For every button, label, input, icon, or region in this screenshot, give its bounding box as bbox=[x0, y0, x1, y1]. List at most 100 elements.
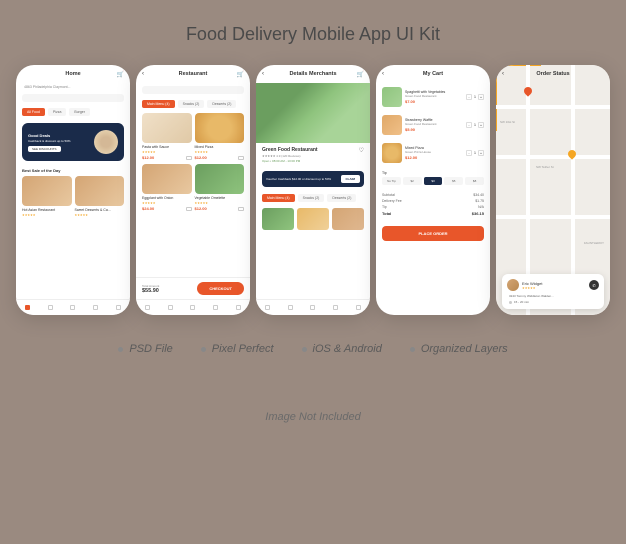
item-image bbox=[382, 143, 402, 163]
cart-icon[interactable]: 🛒 bbox=[117, 71, 124, 78]
tab-main-menu[interactable]: Main Menu (4) bbox=[262, 194, 295, 202]
qty-minus-button[interactable]: - bbox=[466, 94, 472, 100]
summary-label: Delivery Fee bbox=[382, 199, 402, 203]
add-to-cart-icon[interactable] bbox=[238, 156, 244, 160]
add-to-cart-icon[interactable] bbox=[238, 207, 244, 211]
see-discounts-button[interactable]: SEE DISCOUNTS bbox=[28, 146, 61, 152]
food-name: Pasta with Sauce bbox=[142, 145, 192, 149]
screen-title: Order Status bbox=[536, 71, 569, 77]
chip-pizza[interactable]: Pizza bbox=[48, 108, 67, 116]
tip-option[interactable]: No Tip bbox=[382, 177, 401, 185]
food-name: Hot Asian Restaurant bbox=[22, 208, 72, 212]
nav-profile[interactable] bbox=[356, 305, 362, 311]
back-icon[interactable]: ‹ bbox=[142, 71, 144, 77]
cart-icon[interactable]: 🛒 bbox=[357, 71, 364, 78]
nav-favorites[interactable] bbox=[333, 305, 339, 311]
food-card[interactable]: Pasta with Sauce ★★★★★ $12.00 bbox=[142, 113, 192, 160]
chip-burger[interactable]: Burger bbox=[69, 108, 90, 116]
tab-main-menu[interactable]: Main Menu (4) bbox=[142, 100, 175, 108]
cart-item: Mixed Pizza Green Pizza House $12.00 - 1… bbox=[376, 139, 490, 167]
food-image[interactable] bbox=[262, 208, 294, 230]
address-text[interactable]: 4863 Philadelphia Claymont... bbox=[16, 83, 130, 91]
item-name: Spaghetti with Vegetables bbox=[405, 90, 463, 94]
tab-snacks[interactable]: Snacks (2) bbox=[298, 194, 325, 202]
nav-favorites[interactable] bbox=[93, 305, 99, 311]
deals-banner[interactable]: Good Deals Cashback & discount up to 50%… bbox=[22, 123, 124, 161]
chip-all-food[interactable]: All Food bbox=[22, 108, 45, 116]
qty-minus-button[interactable]: - bbox=[466, 150, 472, 156]
total-label: Total bbox=[382, 211, 391, 216]
food-image[interactable] bbox=[332, 208, 364, 230]
tip-option[interactable]: $2 bbox=[403, 177, 422, 185]
clock-dot-icon bbox=[509, 301, 512, 304]
call-button[interactable]: ✆ bbox=[589, 280, 599, 290]
favorite-icon[interactable]: ♡ bbox=[359, 147, 364, 154]
tab-desserts[interactable]: Desserts (2) bbox=[327, 194, 356, 202]
bottom-nav bbox=[16, 299, 130, 315]
claim-button[interactable]: CLAIM bbox=[341, 175, 361, 183]
feature-item: Pixel Perfect bbox=[201, 343, 274, 355]
food-image bbox=[75, 176, 125, 206]
bullet-icon bbox=[201, 347, 206, 352]
merchant-status: Open • 08:00 AM - 10:00 PM bbox=[262, 159, 364, 163]
food-card[interactable]: Mixed Pizza ★★★★★ $12.00 bbox=[195, 113, 245, 160]
food-name: Sweet Desserts & Ca... bbox=[75, 208, 125, 212]
add-to-cart-icon[interactable] bbox=[186, 207, 192, 211]
item-name: Strawberry Waffle bbox=[405, 118, 463, 122]
page-title: Food Delivery Mobile App UI Kit bbox=[186, 24, 440, 45]
food-card[interactable]: Vegetable Omelette ★★★★★ $12.00 bbox=[195, 164, 245, 211]
add-to-cart-icon[interactable] bbox=[186, 156, 192, 160]
screen-restaurant: ‹ Restaurant 🛒 Main Menu (4) Snacks (2) … bbox=[136, 65, 250, 315]
nav-favorites[interactable] bbox=[213, 305, 219, 311]
qty-plus-button[interactable]: + bbox=[478, 150, 484, 156]
tip-option[interactable]: $8 bbox=[465, 177, 484, 185]
nav-orders[interactable] bbox=[70, 305, 76, 311]
nav-explore[interactable] bbox=[167, 305, 173, 311]
food-card[interactable]: Eggplant with Onion ★★★★★ $24.00 bbox=[142, 164, 192, 211]
rating-stars: ★★★★★ bbox=[195, 201, 245, 205]
summary-label: Subtotal bbox=[382, 193, 395, 197]
delivery-eta: 15 - 20 min bbox=[507, 300, 599, 304]
tip-option[interactable]: $3 bbox=[424, 177, 443, 185]
menu-tabs: Main Menu (4) Snacks (2) Desserts (2) bbox=[136, 97, 250, 111]
cart-item: Strawberry Waffle Green Food Restaurant … bbox=[376, 111, 490, 139]
feature-item: Organized Layers bbox=[410, 343, 508, 355]
nav-profile[interactable] bbox=[116, 305, 122, 311]
food-image[interactable] bbox=[297, 208, 329, 230]
back-icon[interactable]: ‹ bbox=[382, 71, 384, 77]
cart-icon[interactable]: 🛒 bbox=[237, 71, 244, 78]
checkout-button[interactable]: CHECKOUT bbox=[197, 282, 244, 295]
nav-profile[interactable] bbox=[236, 305, 242, 311]
qty-minus-button[interactable]: - bbox=[466, 122, 472, 128]
nav-explore[interactable] bbox=[47, 305, 53, 311]
nav-home[interactable] bbox=[264, 305, 270, 311]
summary-value: N/A bbox=[478, 205, 484, 209]
tab-snacks[interactable]: Snacks (2) bbox=[178, 100, 205, 108]
tip-option[interactable]: $5 bbox=[444, 177, 463, 185]
map[interactable]: SW 10st St SW Tether St FAUNTLEROY Eric … bbox=[496, 65, 610, 315]
qty-plus-button[interactable]: + bbox=[478, 122, 484, 128]
place-order-button[interactable]: PLACE ORDER bbox=[382, 226, 484, 241]
item-restaurant: Green Food Restaurant bbox=[405, 94, 463, 98]
nav-orders[interactable] bbox=[190, 305, 196, 311]
total-amount: $55.90 bbox=[142, 288, 159, 294]
summary-value: $1.75 bbox=[475, 199, 484, 203]
back-icon[interactable]: ‹ bbox=[502, 71, 504, 77]
cart-item: Spaghetti with Vegetables Green Food Res… bbox=[376, 83, 490, 111]
food-card[interactable]: Sweet Desserts & Ca... ★★★★★ bbox=[75, 176, 125, 217]
nav-home[interactable] bbox=[24, 305, 30, 311]
nav-orders[interactable] bbox=[310, 305, 316, 311]
back-icon[interactable]: ‹ bbox=[262, 71, 264, 77]
item-restaurant: Green Food Restaurant bbox=[405, 122, 463, 126]
search-input[interactable] bbox=[142, 86, 244, 94]
price: $12.00 bbox=[195, 155, 207, 160]
driver-rating: ★★★★★ bbox=[522, 286, 542, 290]
nav-home[interactable] bbox=[144, 305, 150, 311]
tab-desserts[interactable]: Desserts (2) bbox=[207, 100, 236, 108]
qty-plus-button[interactable]: + bbox=[478, 94, 484, 100]
nav-explore[interactable] bbox=[287, 305, 293, 311]
food-card[interactable]: Hot Asian Restaurant ★★★★★ bbox=[22, 176, 72, 217]
item-price: $7.00 bbox=[405, 99, 463, 104]
rating-stars: ★★★★★ bbox=[142, 150, 192, 154]
search-input[interactable] bbox=[22, 94, 124, 102]
